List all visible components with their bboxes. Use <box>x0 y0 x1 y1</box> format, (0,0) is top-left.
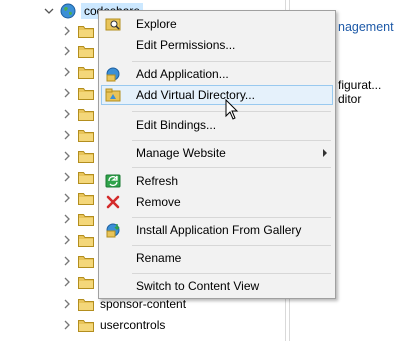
folder-icon <box>78 255 94 268</box>
tree-folder-row[interactable] <box>62 83 94 103</box>
folder-icon <box>78 129 94 142</box>
tree-folder-row[interactable] <box>62 209 94 229</box>
menu-item-switch-to-content-view[interactable]: Switch to Content View <box>101 276 333 296</box>
menu-separator <box>132 273 331 274</box>
folder-icon <box>78 171 94 184</box>
configuration-feature-label[interactable]: figurat... <box>338 78 381 92</box>
editor-feature-label[interactable]: ditor <box>338 92 361 106</box>
menu-item-manage-website[interactable]: Manage Website <box>101 143 333 163</box>
management-link[interactable]: nagement <box>338 20 394 34</box>
tree-folder-row[interactable] <box>62 188 94 208</box>
tree-folder-row[interactable] <box>62 41 94 61</box>
menu-item-label: Edit Bindings... <box>136 118 217 132</box>
menu-item-label: Install Application From Gallery <box>136 223 302 237</box>
refresh-icon <box>105 174 121 188</box>
chevron-right-icon[interactable] <box>62 235 72 245</box>
folder-icon <box>78 66 94 79</box>
chevron-right-icon[interactable] <box>62 214 72 224</box>
tree-folder-row[interactable] <box>62 21 94 41</box>
add-virtual-directory-icon <box>105 88 121 102</box>
menu-item-install-from-gallery[interactable]: Install Application From Gallery <box>101 220 333 240</box>
chevron-down-icon[interactable] <box>44 6 54 16</box>
menu-separator <box>132 61 331 62</box>
submenu-arrow-icon <box>323 149 327 157</box>
folder-icon <box>78 150 94 163</box>
folder-icon <box>78 298 94 311</box>
install-gallery-icon <box>106 223 120 238</box>
menu-item-label: Explore <box>136 17 177 31</box>
folder-icon <box>78 25 94 38</box>
menu-item-add-application[interactable]: Add Application... <box>101 64 333 84</box>
tree-folder-row[interactable] <box>62 167 94 187</box>
mouse-cursor-icon <box>225 99 239 120</box>
chevron-right-icon[interactable] <box>62 151 72 161</box>
menu-item-explore[interactable]: Explore <box>101 14 333 34</box>
menu-item-label: Rename <box>136 251 182 265</box>
folder-icon <box>78 276 94 289</box>
menu-separator <box>132 217 331 218</box>
menu-item-edit-bindings[interactable]: Edit Bindings... <box>101 115 333 135</box>
tree-folder-row[interactable] <box>62 104 94 124</box>
chevron-right-icon[interactable] <box>62 130 72 140</box>
folder-icon <box>78 213 94 226</box>
folder-icon <box>78 192 94 205</box>
menu-item-label: Add Application... <box>136 67 229 81</box>
chevron-right-icon[interactable] <box>62 277 72 287</box>
chevron-right-icon[interactable] <box>62 299 72 309</box>
chevron-right-icon[interactable] <box>62 256 72 266</box>
menu-item-remove[interactable]: Remove <box>101 192 333 212</box>
tree-folder-row[interactable] <box>62 251 94 271</box>
menu-item-edit-permissions[interactable]: Edit Permissions... <box>101 35 333 55</box>
folder-icon <box>78 319 94 332</box>
menu-item-rename[interactable]: Rename <box>101 248 333 268</box>
tree-folder-row[interactable]: usercontrols <box>62 315 165 335</box>
chevron-right-icon[interactable] <box>62 26 72 36</box>
tree-folder-row[interactable] <box>62 230 94 250</box>
explore-icon <box>105 18 121 31</box>
menu-separator <box>132 140 331 141</box>
folder-icon <box>78 234 94 247</box>
chevron-right-icon[interactable] <box>62 193 72 203</box>
chevron-right-icon[interactable] <box>62 46 72 56</box>
menu-item-refresh[interactable]: Refresh <box>101 171 333 191</box>
tree-folder-row[interactable] <box>62 62 94 82</box>
globe-icon <box>60 3 76 19</box>
tree-folder-label[interactable]: usercontrols <box>100 318 165 332</box>
folder-icon <box>78 45 94 58</box>
chevron-right-icon[interactable] <box>62 109 72 119</box>
chevron-right-icon[interactable] <box>62 88 72 98</box>
menu-item-label: Remove <box>136 195 181 209</box>
chevron-right-icon[interactable] <box>62 320 72 330</box>
context-menu: Explore Edit Permissions... Add Applicat… <box>98 10 336 299</box>
tree-folder-row[interactable] <box>62 125 94 145</box>
menu-item-label: Switch to Content View <box>136 279 260 293</box>
tree-folder-label[interactable]: sponsor-content <box>100 297 186 311</box>
menu-item-label: Manage Website <box>136 146 226 160</box>
chevron-right-icon[interactable] <box>62 67 72 77</box>
menu-item-label: Refresh <box>136 174 179 188</box>
chevron-right-icon[interactable] <box>62 172 72 182</box>
folder-icon <box>78 87 94 100</box>
menu-item-add-virtual-directory[interactable]: Add Virtual Directory... <box>101 85 333 105</box>
add-application-icon <box>106 67 120 82</box>
remove-icon <box>106 195 120 209</box>
menu-separator <box>132 245 331 246</box>
menu-item-label: Edit Permissions... <box>136 38 236 52</box>
folder-icon <box>78 108 94 121</box>
tree-folder-row[interactable] <box>62 146 94 166</box>
menu-separator <box>132 167 331 168</box>
